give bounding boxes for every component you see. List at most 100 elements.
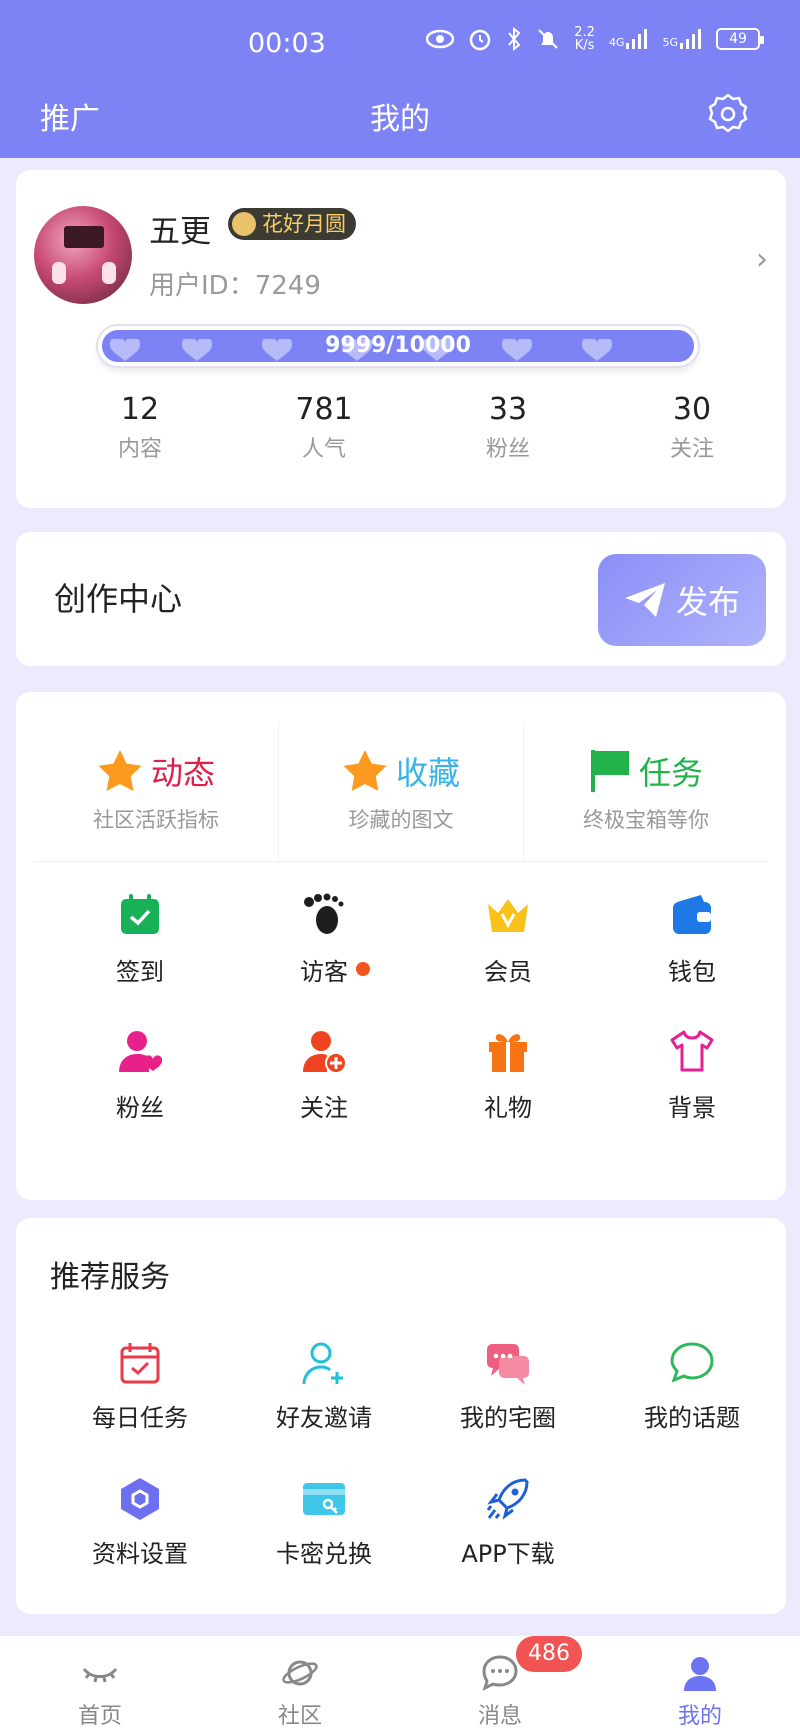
stat-value: 781 — [295, 392, 353, 427]
feature-activity[interactable]: 动态 社区活跃指标 — [34, 722, 279, 861]
status-time: 00:03 — [248, 28, 326, 59]
service-my-circle[interactable]: 我的宅圈 — [416, 1340, 600, 1476]
services-grid: 每日任务 好友邀请 我的宅圈 我的话题 资料设置 卡密兑换 APP下载 — [16, 1340, 786, 1612]
stat-label: 关注 — [669, 437, 714, 462]
stats-row: 12 内容 781 人气 33 粉丝 30 关注 — [16, 392, 786, 463]
feature-title: 动态 — [150, 754, 215, 792]
stat-content[interactable]: 12 内容 — [48, 392, 232, 463]
feature-favorites[interactable]: 收藏 珍藏的图文 — [279, 722, 524, 861]
grid-label: 会员 — [484, 958, 532, 986]
avatar[interactable] — [34, 206, 132, 304]
signal-icon — [626, 29, 648, 49]
profile-card[interactable]: 五更 花好月圆 用户ID：7249 › 9999/10000 12 内容 781 人… — [16, 170, 786, 508]
stat-label: 人气 — [301, 437, 346, 462]
publish-button[interactable]: 发布 — [598, 554, 766, 646]
grid-label: 关注 — [300, 1094, 348, 1122]
flag-icon — [590, 750, 629, 792]
tab-community[interactable]: 社区 — [200, 1636, 400, 1732]
bottom-tab-bar: 首页 社区 消息 486 我的 — [0, 1636, 800, 1732]
feature-subtitle: 珍藏的图文 — [348, 808, 454, 832]
features-card: 动态 社区活跃指标 收藏 珍藏的图文 任务 终极宝箱等你 签到 访客 会员 钱包… — [16, 692, 786, 1200]
username: 五更 — [149, 214, 211, 250]
service-card-redeem[interactable]: 卡密兑换 — [232, 1476, 416, 1612]
service-daily-tasks[interactable]: 每日任务 — [48, 1340, 232, 1476]
user-icon — [684, 1657, 716, 1691]
service-label: 我的话题 — [644, 1404, 740, 1432]
grid-item-wallet[interactable]: 钱包 — [600, 892, 784, 1028]
creation-center-card: 创作中心 发布 — [16, 532, 786, 666]
speech-bubble-icon — [670, 1342, 714, 1383]
service-label: APP下载 — [461, 1540, 555, 1568]
bell-muted-icon — [538, 29, 558, 49]
alarm-icon — [470, 29, 491, 51]
stat-value: 33 — [488, 392, 528, 427]
grid-item-fans[interactable]: 粉丝 — [48, 1028, 232, 1164]
tab-messages[interactable]: 消息 486 — [400, 1636, 600, 1732]
heart-icon — [110, 339, 140, 361]
service-app-download[interactable]: APP下载 — [416, 1476, 600, 1612]
invite-user-icon — [302, 1342, 343, 1385]
top-bar: 00:03 2.2 K/s 4G 5G 49 推广 我的 — [0, 0, 800, 158]
grid-item-gift[interactable]: 礼物 — [416, 1028, 600, 1164]
service-label: 每日任务 — [92, 1404, 188, 1432]
service-label: 资料设置 — [92, 1540, 188, 1568]
grid-label: 访客 — [300, 952, 370, 987]
chevron-right-icon[interactable]: › — [756, 242, 768, 277]
grid-item-visitors[interactable]: 访客 — [232, 892, 416, 1028]
battery-icon: 49 — [716, 28, 764, 50]
footprint-icon — [304, 893, 344, 934]
services-title: 推荐服务 — [50, 1260, 170, 1295]
heart-icon — [182, 339, 212, 361]
notification-dot — [356, 962, 370, 976]
stat-value: 12 — [120, 392, 160, 427]
stat-label: 内容 — [117, 437, 162, 462]
feature-grid: 签到 访客 会员 钱包 粉丝 关注 礼物 背景 — [16, 892, 786, 1164]
status-icons: 2.2 K/s 4G 5G 49 — [426, 26, 764, 52]
grid-item-follow[interactable]: 关注 — [232, 1028, 416, 1164]
publish-label: 发布 — [675, 583, 740, 621]
tab-home[interactable]: 首页 — [0, 1636, 200, 1732]
stat-fans[interactable]: 33 粉丝 — [416, 392, 600, 463]
fan-user-icon — [119, 1031, 163, 1072]
grid-label: 背景 — [668, 1094, 716, 1122]
user-id: 用户ID：7249 — [149, 271, 321, 301]
feature-tasks[interactable]: 任务 终极宝箱等你 — [524, 722, 768, 861]
eye-icon — [426, 29, 455, 49]
feature-subtitle: 社区活跃指标 — [93, 808, 219, 832]
service-my-topics[interactable]: 我的话题 — [600, 1340, 784, 1476]
grid-item-sign-in[interactable]: 签到 — [48, 892, 232, 1028]
star-icon — [98, 750, 142, 791]
service-label: 好友邀请 — [276, 1404, 372, 1432]
chat-bubbles-icon — [487, 1344, 529, 1385]
tab-label: 社区 — [277, 1704, 322, 1729]
calendar-icon — [120, 1343, 160, 1384]
gift-icon — [489, 1034, 527, 1072]
grid-label: 礼物 — [484, 1094, 532, 1122]
message-icon — [482, 1655, 518, 1691]
rocket-icon — [486, 1478, 529, 1520]
experience-bar: 9999/10000 — [98, 326, 698, 366]
tab-label: 首页 — [77, 1704, 122, 1729]
message-count-badge: 486 — [516, 1636, 582, 1672]
stat-label: 粉丝 — [485, 437, 530, 462]
services-card: 推荐服务 每日任务 好友邀请 我的宅圈 我的话题 资料设置 卡密兑换 APP下载 — [16, 1218, 786, 1614]
service-invite-friends[interactable]: 好友邀请 — [232, 1340, 416, 1476]
card-key-icon — [303, 1483, 345, 1515]
paper-plane-icon — [624, 583, 665, 617]
grid-item-vip[interactable]: 会员 — [416, 892, 600, 1028]
heart-icon — [502, 339, 532, 361]
title-badge: 花好月圆 — [228, 208, 356, 240]
stat-popularity[interactable]: 781 人气 — [232, 392, 416, 463]
service-label: 卡密兑换 — [276, 1540, 372, 1568]
signal-icon — [680, 29, 701, 49]
tab-mine[interactable]: 我的 — [600, 1636, 800, 1732]
gear-icon[interactable] — [706, 92, 750, 136]
heart-icon — [582, 339, 612, 361]
grid-item-background[interactable]: 背景 — [600, 1028, 784, 1164]
grid-label: 签到 — [116, 958, 164, 986]
page-title: 我的 — [370, 102, 430, 137]
star-icon — [343, 750, 387, 791]
service-profile-settings[interactable]: 资料设置 — [48, 1476, 232, 1612]
heart-icon — [262, 339, 292, 361]
stat-following[interactable]: 30 关注 — [600, 392, 784, 463]
